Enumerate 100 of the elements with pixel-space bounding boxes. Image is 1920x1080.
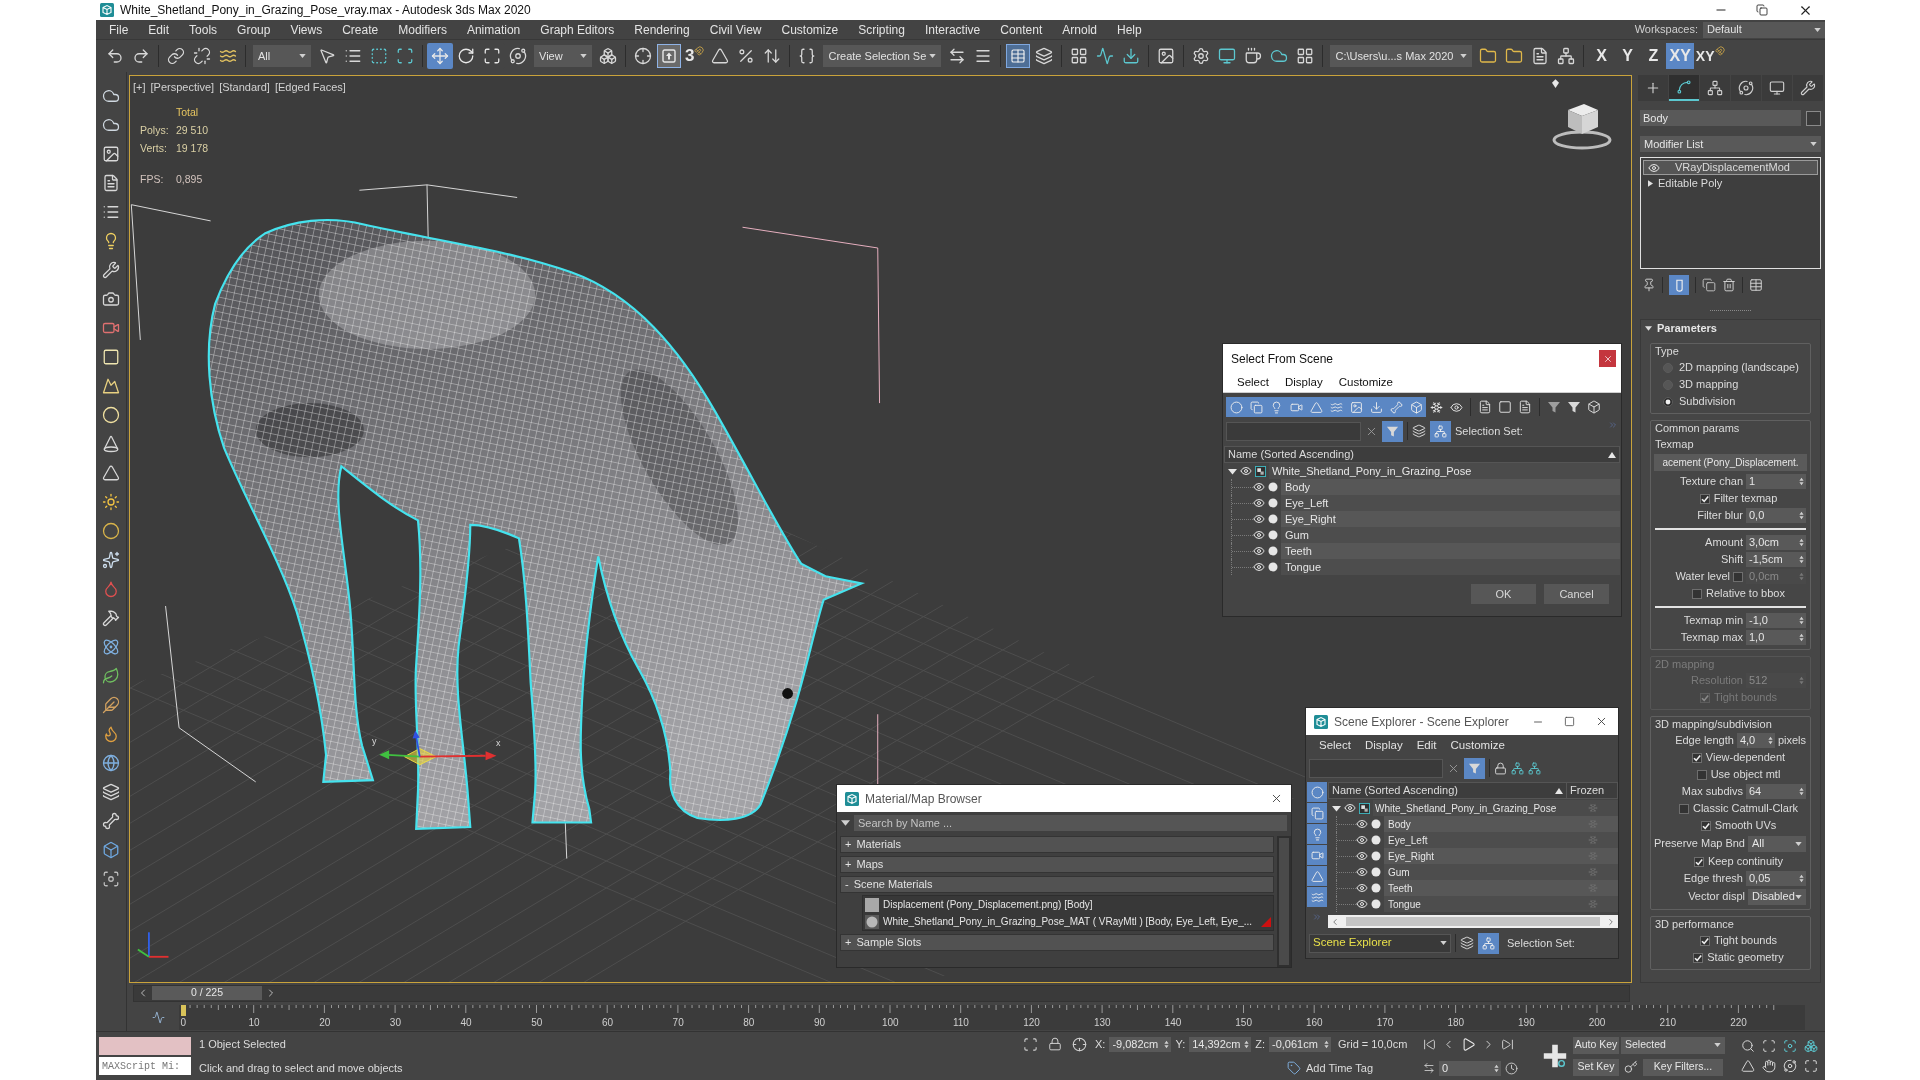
clock-icon[interactable] — [1505, 1061, 1518, 1075]
key-plus-icon[interactable] — [1541, 1042, 1569, 1070]
filter-toggle[interactable] — [1307, 803, 1327, 823]
column-header[interactable]: Name (Sorted Ascending) — [1332, 782, 1458, 799]
maximize-icon[interactable] — [1803, 1059, 1818, 1073]
menu-item[interactable]: Civil View — [699, 20, 772, 39]
menu-item[interactable]: Edit — [1409, 737, 1444, 755]
restore-icon[interactable] — [1756, 4, 1768, 16]
viewport-menu-label[interactable]: [Perspective] — [150, 79, 215, 96]
menu-item[interactable]: Group — [227, 20, 281, 39]
triangle-icon[interactable] — [1740, 1059, 1755, 1073]
orbit-icon[interactable] — [1782, 1059, 1797, 1073]
checkbox[interactable] — [1733, 571, 1743, 582]
time-slider-track[interactable]: 0 / 225 — [133, 984, 1630, 1002]
scene-object-item[interactable]: Tongue — [1384, 896, 1568, 912]
leaf-icon[interactable] — [102, 666, 120, 685]
eye-icon[interactable] — [1356, 834, 1368, 846]
pin-icon[interactable] — [1642, 278, 1656, 292]
command-panel-tab[interactable] — [1762, 75, 1792, 101]
texmap-button[interactable]: acement (Pony_Displacement. — [1654, 454, 1807, 471]
eye-icon[interactable] — [1344, 802, 1356, 814]
pointer-icon[interactable] — [318, 47, 336, 65]
square-icon[interactable] — [102, 347, 120, 366]
cup-icon[interactable] — [1244, 47, 1263, 65]
focus-icon[interactable] — [102, 869, 120, 888]
eye-icon[interactable] — [1356, 898, 1368, 910]
command-panel-tab[interactable] — [1793, 75, 1823, 101]
square-icon[interactable] — [1498, 400, 1512, 414]
spinner-field[interactable]: -1,5cm — [1746, 552, 1806, 567]
funnel-icon[interactable] — [1567, 400, 1581, 414]
reference-coordinate-dropdown[interactable]: View — [534, 45, 592, 67]
menu-item[interactable]: Arnold — [1052, 20, 1107, 39]
spinner-field[interactable]: 1,0 — [1746, 630, 1806, 645]
spinner-field[interactable]: 3,0cm — [1746, 535, 1806, 550]
radio-button[interactable] — [1663, 396, 1673, 407]
listener-input-field[interactable] — [99, 1037, 191, 1055]
menu-item[interactable]: Display — [1357, 737, 1410, 755]
viewport-menu-label[interactable]: [Standard] — [219, 79, 270, 96]
spinner-arrows-icon[interactable] — [1799, 477, 1804, 486]
command-panel-tab[interactable] — [1669, 75, 1699, 101]
sun-icon[interactable] — [102, 492, 120, 511]
box-icon[interactable] — [102, 840, 120, 859]
spinner-arrows-icon[interactable] — [1767, 736, 1773, 745]
set-key-button[interactable]: Set Key — [1573, 1058, 1619, 1076]
layers-icon[interactable] — [1460, 936, 1474, 950]
spinner-arrows-icon[interactable] — [1799, 633, 1804, 642]
eye-icon[interactable] — [1253, 497, 1265, 509]
scene-object-item[interactable]: Eye_Right — [1384, 848, 1568, 864]
braces-icon[interactable] — [798, 47, 817, 65]
scene-object-item[interactable]: Gum — [1384, 864, 1568, 880]
spinner-field[interactable]: -1,0 — [1746, 613, 1806, 628]
spinner-field[interactable]: 4,0 — [1736, 733, 1775, 748]
modifier-list-dropdown[interactable]: Modifier List — [1640, 136, 1821, 152]
grid-icon[interactable] — [1070, 47, 1089, 65]
current-frame-marker[interactable] — [181, 1004, 186, 1016]
expand-triangle-icon[interactable] — [1228, 466, 1237, 476]
waves-icon[interactable] — [219, 47, 237, 65]
layers-icon[interactable] — [1035, 47, 1054, 65]
rollout-header[interactable]: + Materials — [840, 836, 1274, 853]
checkbox[interactable] — [1693, 952, 1704, 963]
named-selection-dropdown[interactable]: Create Selection Se — [823, 45, 942, 67]
key-set-dropdown[interactable]: Selected — [1621, 1036, 1725, 1054]
triangle-icon[interactable] — [102, 463, 120, 482]
spinner-arrows-icon[interactable] — [1494, 1063, 1499, 1073]
eye-icon[interactable] — [1253, 561, 1265, 573]
horizontal-bars-icon[interactable] — [974, 47, 993, 65]
command-panel-tab[interactable] — [1638, 75, 1668, 101]
menu-item[interactable]: Rendering — [624, 20, 700, 39]
scan-frame-icon[interactable] — [1761, 1039, 1776, 1053]
material-item[interactable]: White_Shetland_Pony_in_Grazing_Pose_MAT ( VRayMtl ) [Body, Eye_Left, Eye_... — [883, 914, 1253, 929]
command-panel-tab[interactable] — [1700, 75, 1730, 101]
spinner-field[interactable]: 1 — [1746, 474, 1806, 489]
eye-icon[interactable] — [1356, 866, 1368, 878]
circle-icon[interactable] — [102, 521, 120, 540]
document-icon[interactable] — [1478, 400, 1492, 414]
hammer-icon[interactable] — [102, 608, 120, 627]
menu-item[interactable]: Customize — [771, 20, 849, 39]
dialog-button[interactable]: OK — [1471, 584, 1536, 604]
horizontal-scrollbar[interactable] — [1328, 915, 1618, 928]
filter-toggle[interactable] — [1307, 845, 1327, 865]
folder-icon[interactable] — [1505, 47, 1524, 65]
modifier-stack-item[interactable]: VRayDisplacementMod — [1643, 160, 1818, 175]
explorer-dropdown[interactable]: Scene Explorer — [1309, 933, 1451, 953]
scene-object-item[interactable]: Teeth — [1281, 543, 1620, 559]
menu-item[interactable]: Animation — [456, 20, 531, 39]
selection-filter-dropdown[interactable]: All — [253, 45, 311, 67]
time-ruler[interactable]: 0 10 20 30 40 50 60 70 80 90 100 110 120 130 140 150 160 170 180 190 200 210 220 — [179, 1004, 1805, 1030]
move-gizmo-icon[interactable] — [379, 730, 497, 766]
auto-key-button[interactable]: Auto Key — [1573, 1036, 1619, 1054]
menu-item[interactable]: Graph Editors — [530, 20, 625, 39]
search-field[interactable] — [1309, 758, 1443, 778]
percent-icon[interactable] — [737, 47, 756, 65]
undo-icon[interactable] — [106, 47, 124, 65]
unlink-icon[interactable] — [193, 47, 211, 65]
layers-icon[interactable] — [1412, 424, 1426, 438]
spinner-field[interactable]: 0,0 — [1746, 508, 1806, 523]
eye-icon[interactable] — [1356, 818, 1368, 830]
menu-item[interactable]: Customize — [1443, 737, 1512, 755]
checkbox[interactable] — [1693, 856, 1704, 867]
feather-icon[interactable] — [102, 695, 120, 714]
